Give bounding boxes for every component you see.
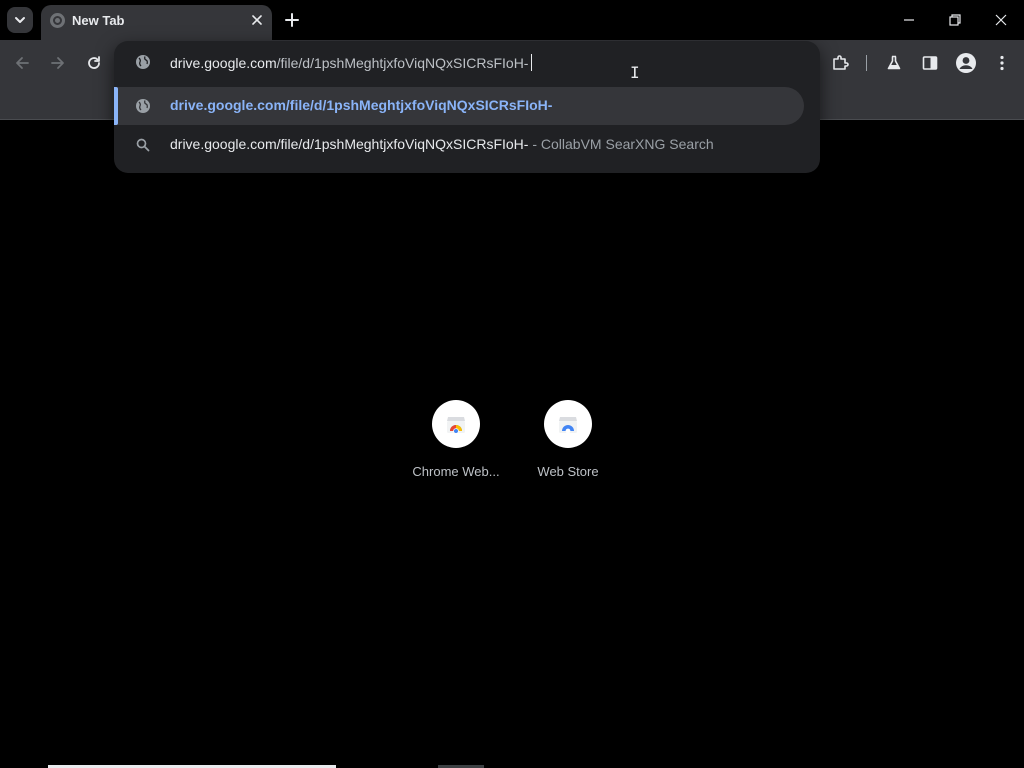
back-arrow-icon (16, 57, 29, 69)
extensions-button[interactable] (827, 50, 853, 76)
close-icon (252, 15, 262, 25)
restore-icon (949, 14, 961, 26)
suggestion-text: drive.google.com/file/d/1pshMeghtjxfoViq… (170, 97, 553, 113)
toolbar-divider (866, 55, 867, 71)
ibeam-cursor-icon: I (630, 63, 640, 82)
tab-new-tab[interactable]: New Tab (41, 5, 272, 40)
side-panel-icon (922, 56, 938, 70)
url-host: drive.google.com (170, 55, 277, 71)
plus-icon (285, 13, 299, 27)
menu-button[interactable] (989, 50, 1015, 76)
avatar-icon (956, 53, 976, 73)
profile-button[interactable] (953, 50, 979, 76)
shortcut-label: Web Store (537, 464, 599, 479)
suggestion-url[interactable]: drive.google.com/file/d/1pshMeghtjxfoViq… (114, 87, 804, 125)
forward-button[interactable] (45, 50, 71, 76)
close-icon (995, 14, 1007, 26)
new-tab-button[interactable] (280, 8, 304, 32)
reload-button[interactable] (81, 50, 107, 76)
back-button[interactable] (9, 50, 35, 76)
restore-button[interactable] (932, 0, 978, 40)
search-icon (136, 138, 150, 152)
globe-icon (136, 99, 150, 113)
three-dots-vertical-icon (1000, 55, 1004, 71)
minimize-icon (904, 19, 914, 21)
suggestion-query: drive.google.com/file/d/1pshMeghtjxfoViq… (170, 136, 529, 152)
shortcut-web-store[interactable]: Web Store (512, 400, 624, 490)
chrome-web-store-icon (447, 417, 465, 434)
search-engine-name: CollabVM SearXNG Search (540, 136, 714, 152)
url-path: /file/d/1pshMeghtjxfoViqNQxSICRsFIoH- (276, 55, 529, 71)
tab-title: New Tab (72, 13, 125, 28)
url-input[interactable]: drive.google.com/file/d/1pshMeghtjxfoViq… (170, 54, 533, 71)
omnibox-popup: drive.google.com/file/d/1pshMeghtjxfoViq… (114, 41, 820, 173)
shortcut-icon-circle (432, 400, 480, 448)
puzzle-icon (833, 55, 849, 70)
close-window-button[interactable] (978, 0, 1024, 40)
reload-icon (88, 56, 100, 69)
web-store-icon (559, 417, 577, 434)
shortcut-chrome-web-store[interactable]: Chrome Web... (400, 400, 512, 490)
tab-strip: New Tab (0, 0, 1024, 40)
browser-window: New Tab drive.google.com/file/d/1pshMegh… (0, 0, 1024, 768)
new-tab-favicon-icon (50, 13, 65, 28)
labs-button[interactable] (881, 50, 907, 76)
minimize-button[interactable] (886, 0, 932, 40)
suggestion-search[interactable]: drive.google.com/file/d/1pshMeghtjxfoViq… (114, 126, 804, 164)
selection-indicator (114, 87, 118, 125)
chevron-down-icon (15, 17, 25, 23)
globe-icon (136, 55, 150, 69)
close-tab-button[interactable] (247, 10, 267, 30)
address-bar[interactable]: drive.google.com/file/d/1pshMeghtjxfoViq… (114, 41, 820, 85)
forward-arrow-icon (51, 57, 64, 69)
suggestion-text: drive.google.com/file/d/1pshMeghtjxfoViq… (170, 136, 714, 152)
flask-icon (887, 55, 901, 70)
shortcut-icon-circle (544, 400, 592, 448)
side-panel-button[interactable] (917, 50, 943, 76)
tab-search-button[interactable] (7, 7, 33, 33)
text-caret (531, 54, 533, 71)
suggestion-separator: - (532, 136, 538, 152)
shortcut-label: Chrome Web... (412, 464, 500, 479)
